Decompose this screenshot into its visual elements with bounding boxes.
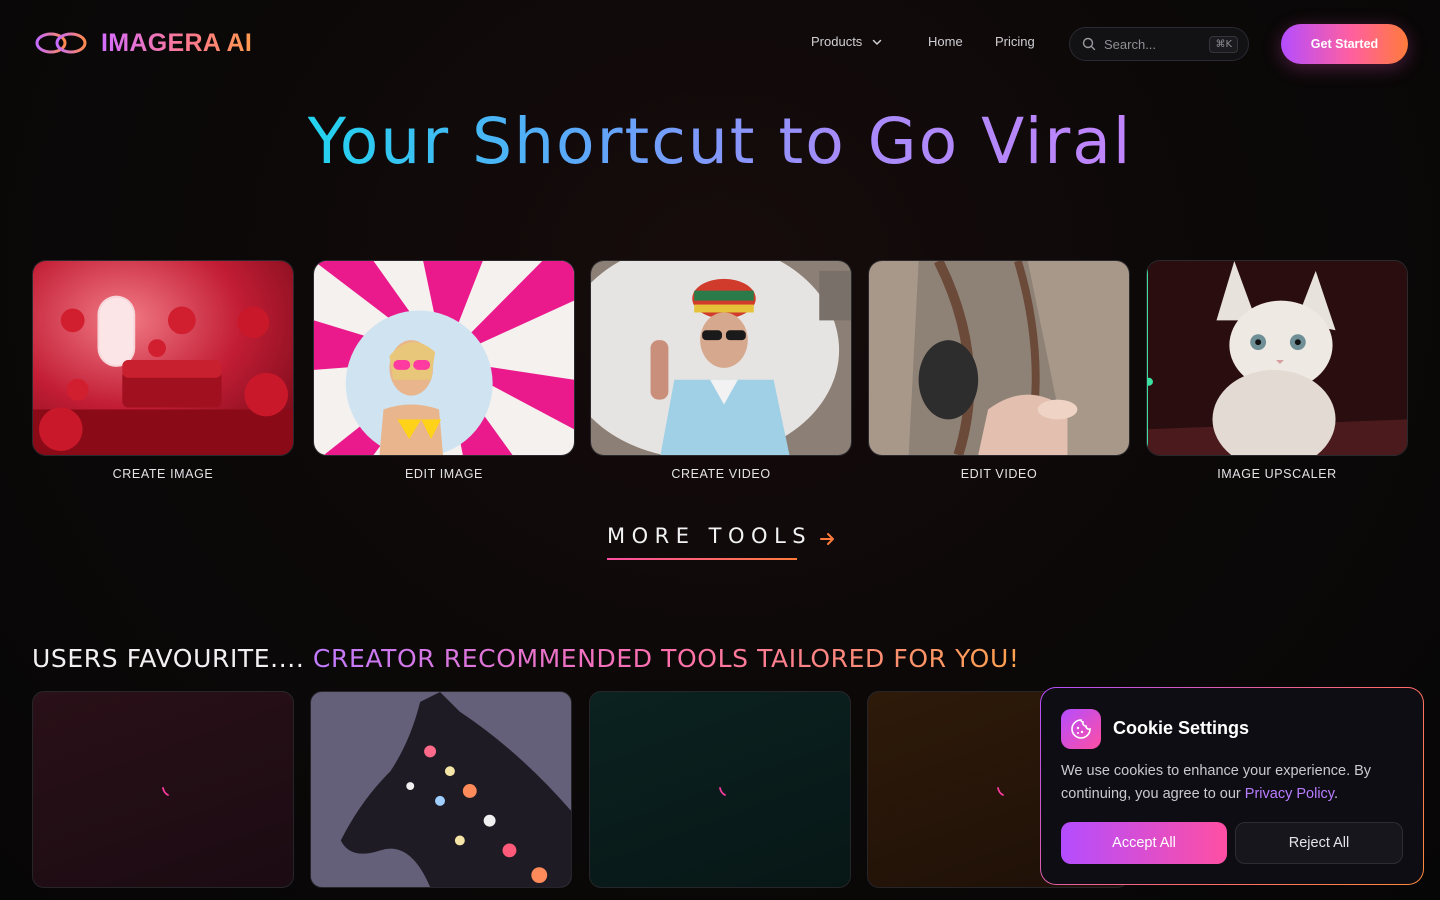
favourites-heading-white: USERS FAVOURITE.... — [32, 644, 305, 673]
tool-card-create-video[interactable]: CREATE VIDEO — [590, 260, 852, 481]
tools-row: CREATE IMAGE EDIT IMAGE CREATE VIDEO EDI… — [32, 260, 1408, 490]
loading-spinner-icon — [719, 787, 726, 796]
tool-card-edit-video[interactable]: EDIT VIDEO — [868, 260, 1130, 481]
loading-spinner-icon — [997, 787, 1004, 796]
tool-label: EDIT IMAGE — [404, 467, 483, 481]
loading-spinner-icon — [162, 787, 169, 796]
favourite-card[interactable] — [589, 691, 851, 888]
cookie-description: We use cookies to enhance your experienc… — [1061, 760, 1411, 806]
cookie-settings-dialog: Cookie Settings We use cookies to enhanc… — [1040, 687, 1424, 885]
tool-thumbnail — [868, 260, 1130, 456]
arrow-right-icon[interactable] — [818, 530, 836, 548]
brand-logo[interactable]: IMAGERA AI — [35, 28, 252, 58]
reject-all-button[interactable]: Reject All — [1235, 822, 1403, 864]
favourites-heading: USERS FAVOURITE.... CREATOR RECOMMENDED … — [32, 644, 1019, 673]
more-tools-underline — [607, 558, 797, 560]
nav-home[interactable]: Home — [928, 34, 963, 49]
accept-all-button[interactable]: Accept All — [1061, 822, 1227, 864]
kitten-image — [1147, 261, 1407, 455]
floral-horse-image — [311, 692, 571, 887]
privacy-policy-link[interactable]: Privacy Policy — [1245, 786, 1334, 802]
tool-label: CREATE IMAGE — [112, 467, 214, 481]
search-input[interactable] — [1104, 36, 1204, 52]
tool-thumbnail — [32, 260, 294, 456]
nav-products-label: Products — [811, 34, 863, 49]
tool-label: CREATE VIDEO — [671, 467, 771, 481]
tool-card-create-image[interactable]: CREATE IMAGE — [32, 260, 294, 481]
cookie-text-period: . — [1333, 786, 1338, 802]
get-started-button[interactable]: Get Started — [1281, 24, 1408, 64]
favourite-card[interactable] — [32, 691, 294, 888]
tool-thumbnail — [590, 260, 852, 456]
tool-thumbnail — [313, 260, 575, 456]
more-tools-link[interactable]: MORE TOOLS — [607, 524, 812, 548]
hero-title-text: Your Shortcut to Go Viral — [307, 105, 1133, 178]
brand-name: IMAGERA AI — [101, 28, 253, 57]
tool-card-edit-image[interactable]: EDIT IMAGE — [313, 260, 575, 481]
strawberry-room-image — [33, 261, 293, 455]
portrait-sunglasses-image — [314, 261, 574, 455]
tool-thumbnail — [1146, 260, 1408, 456]
bucket-hat-man-image — [591, 261, 851, 455]
tool-label: EDIT VIDEO — [960, 467, 1038, 481]
favourites-heading-gradient: CREATOR RECOMMENDED TOOLS TAILORED FOR Y… — [312, 644, 1020, 673]
hero-title: Your Shortcut to Go Viral — [0, 105, 1440, 178]
favourite-card[interactable] — [310, 691, 572, 888]
nav-products[interactable]: Products — [811, 34, 882, 49]
search-icon — [1082, 37, 1096, 51]
tool-label: IMAGE UPSCALER — [1217, 467, 1337, 481]
cookie-title: Cookie Settings — [1113, 718, 1250, 738]
search-box[interactable]: ⌘K — [1069, 27, 1249, 61]
site-header: IMAGERA AI Products Home Pricing ⌘K Get … — [0, 0, 1440, 88]
chevron-down-icon — [873, 39, 882, 45]
tool-card-image-upscaler[interactable]: IMAGE UPSCALER — [1146, 260, 1408, 481]
logo-mark-icon — [35, 32, 87, 54]
leather-shoe-image — [869, 261, 1129, 455]
nav-pricing[interactable]: Pricing — [995, 34, 1035, 49]
search-shortcut: ⌘K — [1209, 35, 1238, 53]
cookie-icon — [1061, 709, 1101, 749]
